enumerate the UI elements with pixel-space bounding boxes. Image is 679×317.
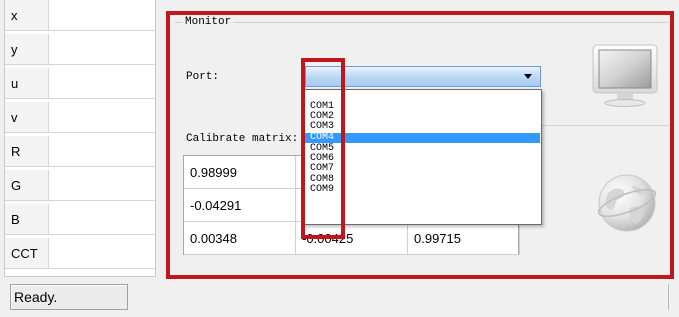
value-cell-v[interactable] <box>50 102 155 132</box>
table-row: R <box>5 136 155 167</box>
status-bar-divider <box>668 284 671 310</box>
status-text: Ready. <box>10 284 128 310</box>
table-row: y <box>5 34 155 65</box>
row-header-y: y <box>5 34 49 64</box>
value-cell-r[interactable] <box>50 136 155 166</box>
value-cell-y[interactable] <box>50 34 155 64</box>
table-row: G <box>5 170 155 201</box>
parameter-table: x y u v R G B CCT <box>4 0 156 277</box>
table-row: B <box>5 204 155 235</box>
row-header-b: B <box>5 204 49 234</box>
value-cell-g[interactable] <box>50 170 155 200</box>
value-cell-b[interactable] <box>50 204 155 234</box>
value-cell-u[interactable] <box>50 68 155 98</box>
table-row: u <box>5 68 155 99</box>
row-header-g: G <box>5 170 49 200</box>
row-header-cct: CCT <box>5 238 49 268</box>
row-header-x: x <box>5 0 49 30</box>
value-cell-x[interactable] <box>50 0 155 30</box>
row-header-v: v <box>5 102 49 132</box>
value-cell-cct[interactable] <box>50 238 155 268</box>
row-header-r: R <box>5 136 49 166</box>
table-row: x <box>5 0 155 31</box>
table-row: v <box>5 102 155 133</box>
row-header-u: u <box>5 68 49 98</box>
table-row: CCT <box>5 238 155 269</box>
highlight-frame-port-list <box>301 58 345 239</box>
